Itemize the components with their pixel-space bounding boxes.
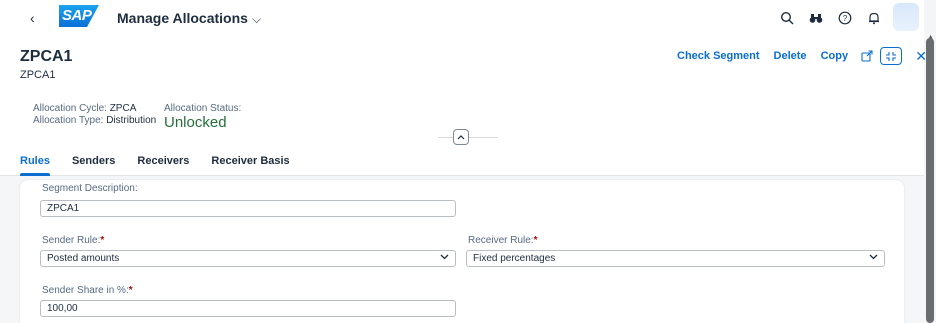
copy-button[interactable]: Copy <box>821 50 849 62</box>
cycle-value: ZPCA <box>109 103 137 114</box>
receiver-rule-label: Receiver Rule:* <box>468 235 538 246</box>
tab-rules[interactable]: Rules <box>20 150 50 176</box>
type-label: Allocation Type: <box>33 115 104 126</box>
chevron-down-icon: ⌵ <box>251 12 262 26</box>
tab-bar: Rules Senders Receivers Receiver Basis <box>0 150 924 176</box>
delete-button[interactable]: Delete <box>774 50 807 62</box>
sender-rule-label: Sender Rule:* <box>42 235 104 246</box>
status-label: Allocation Status: <box>164 103 242 114</box>
back-icon[interactable]: ‹ <box>30 10 35 26</box>
header-actions: Check Segment Delete Copy ✕ <box>677 47 930 65</box>
object-title: ZPCA1 <box>20 48 73 65</box>
segment-description-label-text: Segment Description: <box>42 183 138 194</box>
receiver-rule-value: Fixed percentages <box>473 253 556 264</box>
tab-senders[interactable]: Senders <box>72 150 115 176</box>
object-subtitle: ZPCA1 <box>20 69 56 81</box>
chevron-down-icon <box>869 252 878 264</box>
chevron-down-icon <box>440 252 449 264</box>
scroll-thumb[interactable] <box>926 38 934 323</box>
sender-share-input[interactable]: 100,00 <box>40 300 456 317</box>
tab-receivers[interactable]: Receivers <box>137 150 189 176</box>
allocation-type: Allocation Type: Distribution <box>33 115 156 126</box>
rules-form-card: Segment Description: ZPCA1 Sender Rule:*… <box>20 180 904 323</box>
chevron-up-icon <box>457 135 465 140</box>
required-marker: * <box>533 235 538 246</box>
exit-fullscreen-icon[interactable] <box>880 47 903 65</box>
status-value: Unlocked <box>164 114 227 131</box>
share-icon[interactable] <box>858 47 876 65</box>
avatar[interactable] <box>893 3 919 31</box>
sender-rule-value: Posted amounts <box>47 253 120 264</box>
close-icon[interactable]: ✕ <box>912 47 930 65</box>
app-title: Manage Allocations <box>117 10 248 26</box>
sender-share-label-text: Sender Share in %: <box>42 285 129 296</box>
receiver-rule-label-text: Receiver Rule: <box>468 235 534 246</box>
required-marker: * <box>100 235 105 246</box>
bell-icon[interactable] <box>859 6 888 30</box>
receiver-rule-select[interactable]: Fixed percentages <box>466 250 885 267</box>
collapse-header-button[interactable] <box>453 129 469 145</box>
cycle-label: Allocation Cycle: <box>33 103 107 114</box>
segment-description-input[interactable]: ZPCA1 <box>40 200 456 217</box>
segment-description-label: Segment Description: <box>42 183 138 194</box>
sender-rule-label-text: Sender Rule: <box>42 235 101 246</box>
svg-text:?: ? <box>842 14 847 23</box>
check-segment-button[interactable]: Check Segment <box>677 50 760 62</box>
app-title-menu[interactable]: Manage Allocations ⌵ <box>117 10 261 27</box>
shell-bar: ‹ SAP Manage Allocations ⌵ ? <box>0 0 924 36</box>
allocation-cycle: Allocation Cycle: ZPCA <box>33 103 136 114</box>
shell-actions: ? <box>772 6 888 30</box>
search-icon[interactable] <box>772 6 801 30</box>
required-marker: * <box>128 285 133 296</box>
sender-rule-select[interactable]: Posted amounts <box>40 250 456 267</box>
type-value: Distribution <box>106 115 157 126</box>
tab-receiver-basis[interactable]: Receiver Basis <box>211 150 289 176</box>
logo-text: SAP <box>62 7 92 24</box>
help-icon[interactable]: ? <box>830 6 859 30</box>
sender-share-label: Sender Share in %:* <box>42 285 133 296</box>
binoculars-icon[interactable] <box>801 6 830 30</box>
sap-logo[interactable]: SAP <box>59 5 99 27</box>
